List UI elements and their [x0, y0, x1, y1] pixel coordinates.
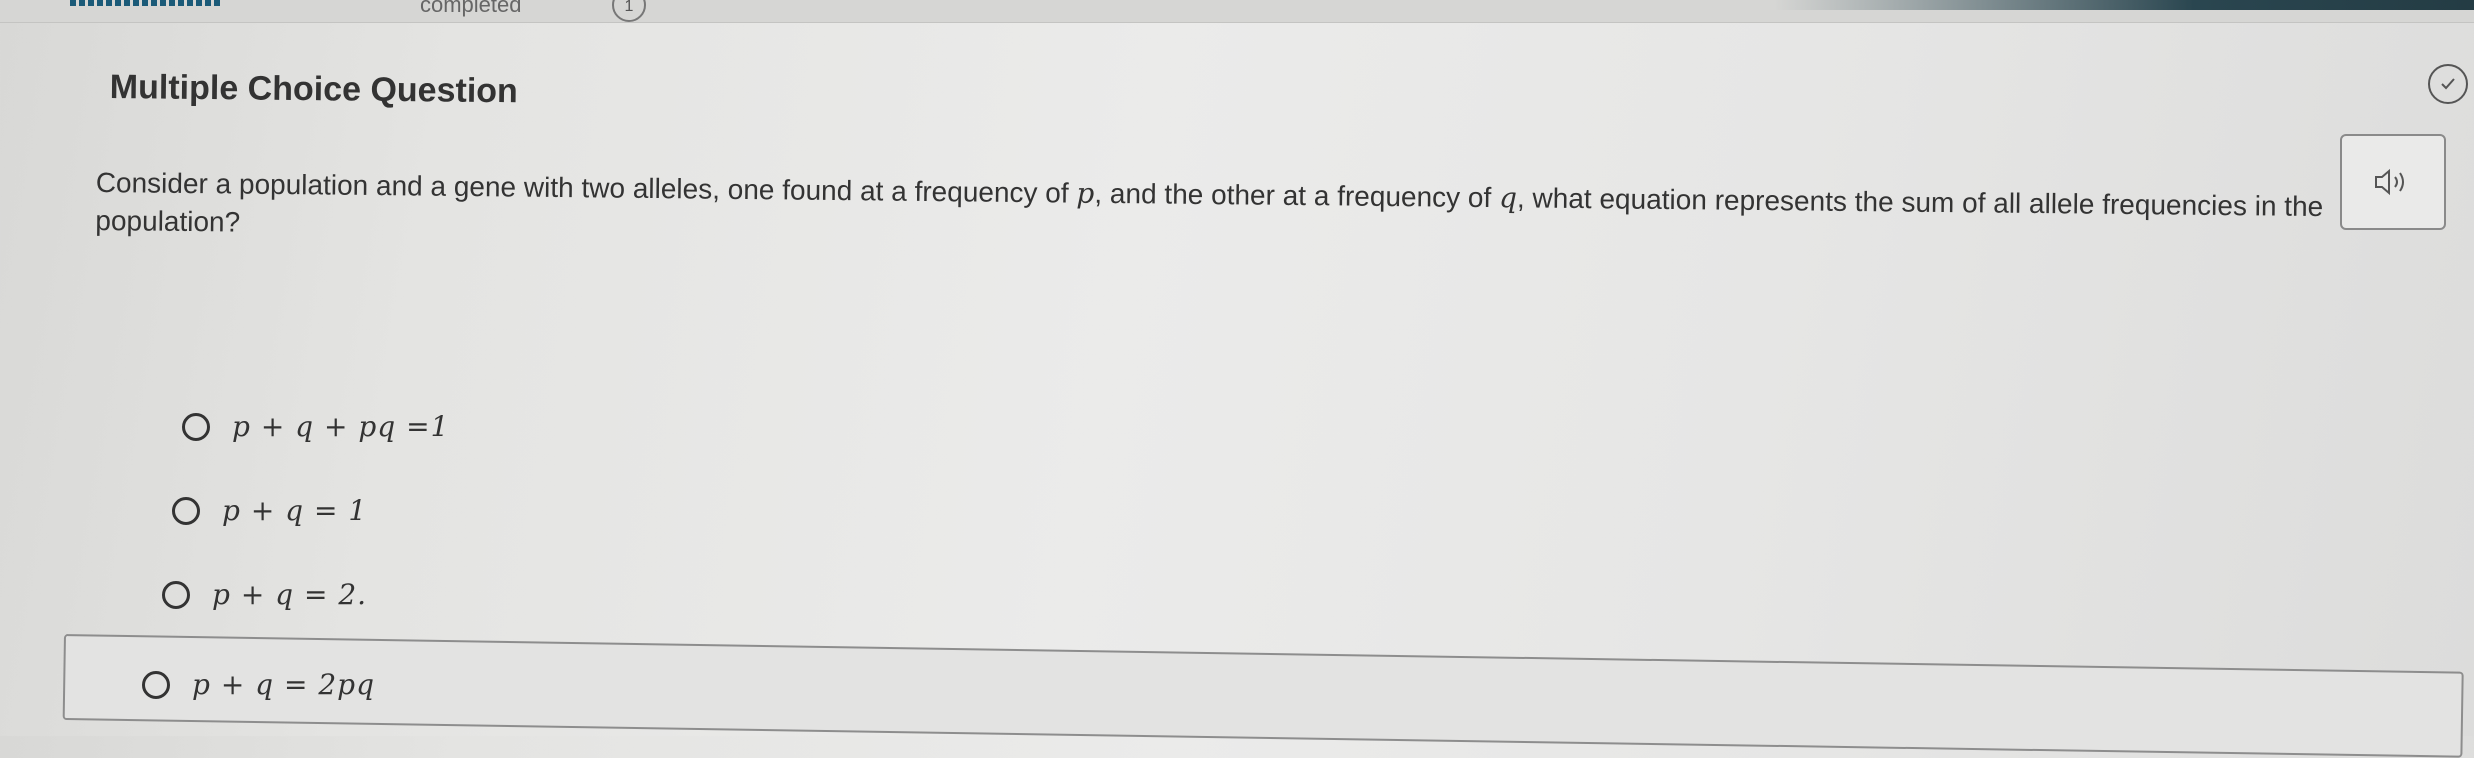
progress-dots — [70, 0, 220, 6]
top-bar-shadow — [1774, 0, 2474, 10]
question-card: Multiple Choice Question Consider a popu… — [30, 24, 2474, 758]
option-label: p + q + pq =1 — [232, 410, 450, 443]
radio-button[interactable] — [162, 580, 190, 609]
radio-button[interactable] — [182, 412, 210, 441]
variable-p: p — [1076, 176, 1095, 210]
checkmark-circle-icon — [2428, 64, 2468, 104]
variable-q: q — [1498, 181, 1518, 215]
radio-button[interactable] — [142, 670, 170, 699]
option-label: p + q = 2pq — [192, 668, 376, 701]
option-label: p + q = 2. — [212, 578, 368, 611]
answer-option-2[interactable]: p + q = 1 — [172, 494, 367, 527]
question-text-part1: Consider a population and a gene with tw… — [95, 166, 1077, 209]
answer-option-1[interactable]: p + q + pq =1 — [182, 410, 449, 443]
completed-count-badge: 1 — [612, 0, 646, 22]
completed-label: completed — [420, 0, 522, 17]
answer-option-4[interactable]: p + q = 2pq — [142, 668, 375, 701]
question-type-title: Multiple Choice Question — [109, 68, 519, 111]
question-text-part2: , and the other at a frequency of — [1094, 177, 1500, 214]
radio-button[interactable] — [172, 496, 200, 525]
selected-option-highlight — [62, 634, 2464, 758]
option-label: p + q = 1 — [222, 494, 368, 527]
answer-option-3[interactable]: p + q = 2. — [162, 578, 367, 611]
progress-header: completed 1 — [0, 0, 2474, 23]
question-text: Consider a population and a gene with tw… — [95, 164, 2474, 266]
